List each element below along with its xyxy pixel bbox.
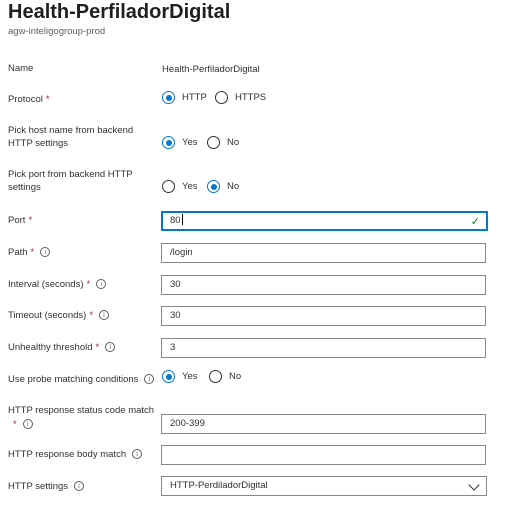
pick-port-label: Pick port from backend HTTP settings xyxy=(8,169,133,193)
pick-host-label: Pick host name from backend HTTP setting… xyxy=(8,125,134,149)
unhealthy-threshold-label: Unhealthy threshold * i xyxy=(8,341,116,354)
pick-host-no-radio[interactable]: No xyxy=(207,136,239,149)
interval-label: Interval (seconds) * i xyxy=(8,278,107,291)
timeout-label: Timeout (seconds) * i xyxy=(8,309,110,322)
radio-unselected-icon xyxy=(207,136,220,149)
radio-selected-icon xyxy=(162,136,175,149)
path-input[interactable]: /login xyxy=(161,243,486,263)
text-caret xyxy=(181,214,183,225)
page-title: Health-PerfiladorDigital xyxy=(8,1,231,23)
matching-no-radio[interactable]: No xyxy=(209,370,241,383)
required-marker: * xyxy=(89,310,94,321)
radio-unselected-icon xyxy=(215,91,228,104)
required-marker: * xyxy=(13,419,17,430)
radio-selected-icon xyxy=(162,91,175,104)
radio-unselected-icon xyxy=(162,180,175,193)
chevron-down-icon xyxy=(468,479,480,491)
info-icon[interactable]: i xyxy=(105,342,116,352)
status-code-markers: * i xyxy=(8,418,33,431)
info-icon[interactable]: i xyxy=(99,310,110,320)
interval-input[interactable]: 30 xyxy=(161,275,486,295)
info-icon[interactable]: i xyxy=(132,449,143,459)
pick-port-no-radio[interactable]: No xyxy=(207,180,239,193)
name-label: Name xyxy=(8,63,34,74)
info-icon[interactable]: i xyxy=(74,481,85,491)
info-icon[interactable]: i xyxy=(96,279,107,289)
required-marker: * xyxy=(45,94,50,105)
page-subtitle: agw-inteligogroup-prod xyxy=(8,26,106,37)
required-marker: * xyxy=(95,342,100,353)
body-match-input[interactable] xyxy=(161,445,486,465)
matching-conditions-label: Use probe matching conditions i xyxy=(8,373,155,386)
unhealthy-threshold-input[interactable]: 3 xyxy=(161,338,486,358)
matching-yes-radio[interactable]: Yes xyxy=(162,370,198,383)
protocol-https-radio[interactable]: HTTPS xyxy=(215,91,266,104)
timeout-input[interactable]: 30 xyxy=(161,306,486,326)
info-icon[interactable]: i xyxy=(22,419,33,429)
port-input[interactable]: 80 ✓ xyxy=(161,211,488,231)
radio-selected-icon xyxy=(162,370,175,383)
protocol-label: Protocol * xyxy=(8,94,50,105)
http-settings-label: HTTP settings i xyxy=(8,480,85,493)
checkmark-icon: ✓ xyxy=(470,216,480,228)
protocol-http-radio[interactable]: HTTP xyxy=(162,91,207,104)
required-marker: * xyxy=(28,215,33,226)
status-code-match-label: HTTP response status code match xyxy=(8,405,155,416)
path-label: Path * i xyxy=(8,246,51,259)
http-settings-dropdown[interactable]: HTTP-PerdiladorDigital xyxy=(161,476,487,496)
info-icon[interactable]: i xyxy=(144,374,155,384)
radio-unselected-icon xyxy=(209,370,222,383)
status-code-match-input[interactable]: 200-399 xyxy=(161,414,486,434)
name-value: Health-PerfiladorDigital xyxy=(162,64,260,75)
required-marker: * xyxy=(86,279,91,290)
info-icon[interactable]: i xyxy=(40,247,51,257)
radio-selected-icon xyxy=(207,180,220,193)
body-match-label: HTTP response body match i xyxy=(8,448,143,461)
required-marker: * xyxy=(30,247,35,258)
port-label: Port * xyxy=(8,215,33,226)
pick-port-yes-radio[interactable]: Yes xyxy=(162,180,198,193)
pick-host-yes-radio[interactable]: Yes xyxy=(162,136,198,149)
